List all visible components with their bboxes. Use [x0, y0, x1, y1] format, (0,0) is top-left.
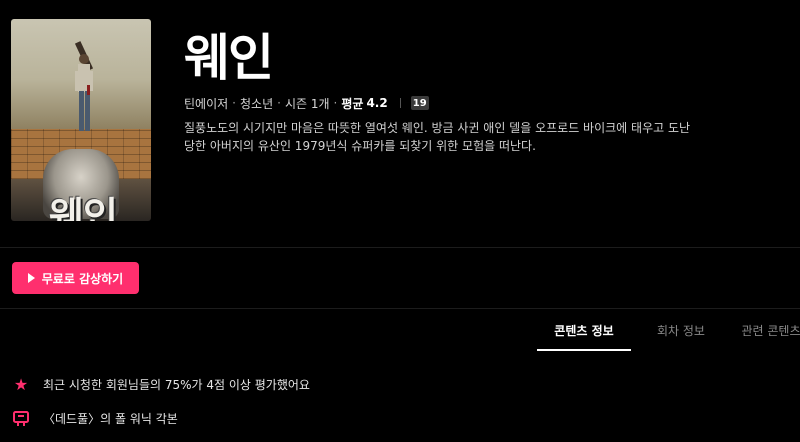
content-detail-page: 웨인 웨인 틴에이저 · 청소년 · 시즌 1개 · 평균 4.2 19 질풍노… [0, 0, 800, 442]
tab-episode-info[interactable]: 회차 정보 [631, 320, 731, 349]
rating-label: 평균 [341, 96, 364, 111]
tab-related-content[interactable]: 관련 콘텐츠 [731, 320, 800, 349]
category-label: 청소년 [240, 96, 274, 111]
poster-figure-illustration [74, 41, 94, 131]
tab-content-info[interactable]: 콘텐츠 정보 [537, 320, 631, 351]
film-credit-icon [13, 410, 29, 427]
section-divider [0, 247, 800, 248]
origin-text: 〈데드풀〉의 폴 워닉 각본 [43, 412, 178, 426]
rating-value: 4.2 [366, 96, 388, 110]
meta-line: 틴에이저 · 청소년 · 시즌 1개 · 평균 4.2 19 [184, 95, 429, 111]
seasons-label: 시즌 1개 [284, 96, 330, 111]
play-icon [27, 273, 35, 283]
star-icon: ★ [13, 374, 29, 394]
age-rating-badge: 19 [410, 96, 429, 110]
genre-label: 틴에이저 [184, 96, 229, 111]
content-tabs: 콘텐츠 정보 회차 정보 관련 콘텐츠 [537, 320, 800, 351]
section-divider [0, 308, 800, 309]
origin-row: 〈데드풀〉의 폴 워닉 각본 [13, 410, 178, 427]
rating-stat-text: 최근 시청한 회원님들의 75%가 4점 이상 평가했어요 [43, 378, 310, 392]
meta-divider [399, 98, 401, 108]
watch-free-label: 무료로 감상하기 [41, 271, 124, 286]
watch-free-button[interactable]: 무료로 감상하기 [12, 262, 139, 294]
synopsis: 질풍노도의 시기지만 마음은 따뜻한 열여섯 웨인. 방금 사귄 애인 델을 오… [184, 121, 691, 153]
page-title: 웨인 [184, 29, 274, 87]
rating-stat-row: ★ 최근 시청한 회원님들의 75%가 4점 이상 평가했어요 [13, 376, 310, 393]
poster-title-logo: 웨인 [49, 194, 118, 221]
poster-image: 웨인 [11, 19, 151, 221]
